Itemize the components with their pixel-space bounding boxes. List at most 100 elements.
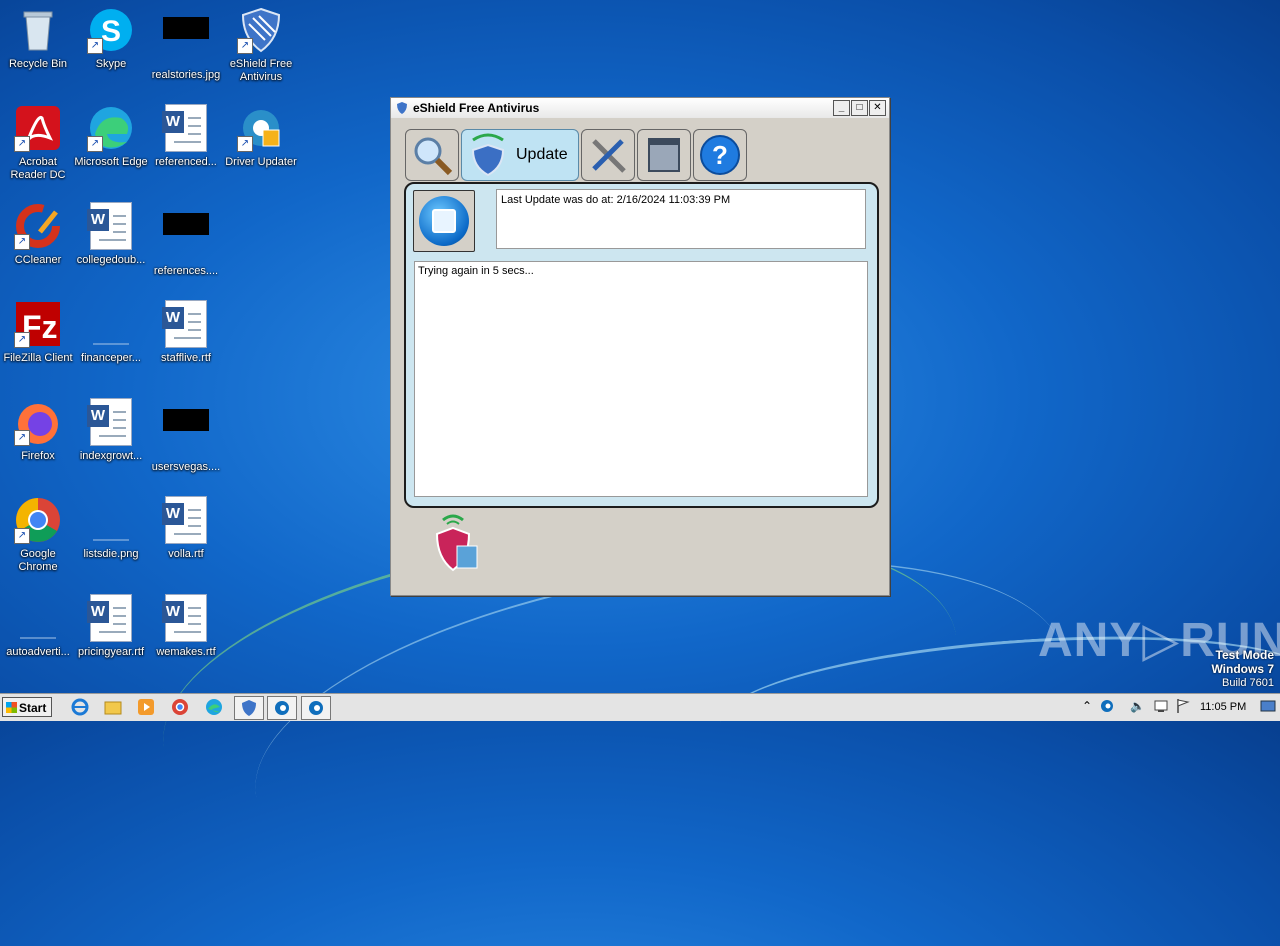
window-title: eShield Free Antivirus <box>413 101 540 115</box>
edge-icon: ↗ <box>87 104 135 152</box>
quarantine-icon <box>648 138 680 172</box>
desktop-icon-pricingyear[interactable]: W pricingyear.rtf <box>73 594 149 659</box>
eshield-logo-icon <box>429 514 485 581</box>
eshield-window: eShield Free Antivirus _ □ ✕ Update ? La… <box>390 97 890 596</box>
blank-file-icon <box>87 300 135 348</box>
word-document-icon: W <box>162 104 207 152</box>
shield-icon <box>397 102 407 114</box>
tools-icon <box>592 139 626 173</box>
desktop-icon-acrobat[interactable]: ↗ Acrobat Reader DC <box>0 104 76 182</box>
shortcut-arrow-icon: ↗ <box>14 430 30 446</box>
taskbar-explorer[interactable] <box>99 696 127 718</box>
folder-icon <box>104 701 122 715</box>
test-mode-label: Test Mode <box>1215 648 1274 662</box>
desktop-icon-references[interactable]: references.... <box>148 202 224 278</box>
minimize-button[interactable]: _ <box>833 100 850 116</box>
stop-update-button[interactable] <box>413 190 475 252</box>
blank-file-icon <box>14 594 62 642</box>
window-titlebar[interactable]: eShield Free Antivirus _ □ ✕ <box>391 98 889 118</box>
redacted-thumbnail-icon <box>162 213 210 261</box>
build-label: Build 7601 <box>1222 677 1274 689</box>
shortcut-arrow-icon: ↗ <box>14 234 30 250</box>
ccleaner-icon: ↗ <box>14 202 62 250</box>
shortcut-arrow-icon: ↗ <box>14 136 30 152</box>
taskbar-edge[interactable] <box>200 696 228 718</box>
word-document-icon: W <box>162 594 207 642</box>
magnifier-icon <box>414 137 453 176</box>
start-label: Start <box>19 701 47 715</box>
redacted-thumbnail-icon <box>162 409 210 457</box>
driver-updater-icon: ↗ <box>237 104 285 152</box>
app-icon <box>309 701 323 715</box>
tab-scan[interactable] <box>405 129 459 181</box>
tray-app-icon[interactable] <box>1099 698 1115 717</box>
desktop-icon-listsdie[interactable]: listsdie.png <box>73 496 149 561</box>
help-icon: ? <box>700 135 740 175</box>
app-icon <box>275 701 289 715</box>
test-mode-text: Test Mode Windows 7 Build 7601 <box>1211 648 1274 690</box>
shield-update-icon <box>471 133 505 177</box>
show-desktop-button[interactable] <box>1260 698 1276 717</box>
svg-text:S: S <box>101 15 121 48</box>
filezilla-icon: Fz ↗ <box>14 300 62 348</box>
shield-icon: ↗ <box>237 6 285 54</box>
maximize-button[interactable]: □ <box>851 100 868 116</box>
volume-icon[interactable]: 🔈 <box>1130 699 1145 713</box>
shortcut-arrow-icon: ↗ <box>87 136 103 152</box>
taskbar-chrome[interactable] <box>166 696 194 718</box>
chrome-icon <box>172 699 188 715</box>
start-button[interactable]: Start <box>2 697 52 717</box>
tab-quarantine[interactable] <box>637 129 691 181</box>
desktop-icon-stafflive[interactable]: W stafflive.rtf <box>148 300 224 365</box>
taskbar-app-2[interactable] <box>301 696 331 720</box>
desktop-icon-referenced[interactable]: W referenced... <box>148 104 224 169</box>
tray-expand-icon[interactable]: ⌃ <box>1082 699 1092 713</box>
desktop-icon-volla[interactable]: W volla.rtf <box>148 496 224 561</box>
action-center-flag-icon[interactable] <box>1176 698 1190 717</box>
desktop-icon-chrome[interactable]: ↗ Google Chrome <box>0 496 76 574</box>
tab-update-label: Update <box>516 146 568 163</box>
taskbar-app-1[interactable] <box>267 696 297 720</box>
desktop-icon-indexgrowt[interactable]: W indexgrowt... <box>73 398 149 463</box>
edge-icon <box>206 699 222 715</box>
desktop-icon-financeper[interactable]: financeper... <box>73 300 149 365</box>
shortcut-arrow-icon: ↗ <box>87 38 103 54</box>
desktop-icon-skype[interactable]: S ↗ Skype <box>73 6 149 71</box>
word-document-icon: W <box>87 594 132 642</box>
tab-tools[interactable] <box>581 129 635 181</box>
desktop-icon-usersvegas[interactable]: usersvegas.... <box>148 398 224 474</box>
desktop-icon-firefox[interactable]: ↗ Firefox <box>0 398 76 463</box>
word-document-icon: W <box>87 398 132 446</box>
shortcut-arrow-icon: ↗ <box>237 38 253 54</box>
clock[interactable]: 11:05 PM <box>1200 701 1246 713</box>
desktop-icon-ccleaner[interactable]: ↗ CCleaner <box>0 202 76 267</box>
chrome-icon: ↗ <box>14 496 62 544</box>
firefox-icon: ↗ <box>14 398 62 446</box>
windows-flag-icon <box>6 702 17 713</box>
network-icon[interactable] <box>1153 698 1169 717</box>
update-log: Trying again in 5 secs... <box>414 261 868 497</box>
taskbar-eshield[interactable] <box>234 696 264 720</box>
skype-icon: S ↗ <box>87 6 135 54</box>
update-panel: Last Update was do at: 2/16/2024 11:03:3… <box>404 182 879 508</box>
desktop-icon-eshield[interactable]: ↗ eShield Free Antivirus <box>223 6 299 84</box>
word-document-icon: W <box>162 300 207 348</box>
desktop-icon-autoadverti[interactable]: autoadverti... <box>0 594 76 659</box>
desktop-icon-driver-updater[interactable]: ↗ Driver Updater <box>223 104 299 169</box>
desktop-icon-wemakes[interactable]: W wemakes.rtf <box>148 594 224 659</box>
close-button[interactable]: ✕ <box>869 100 886 116</box>
blank-file-icon <box>87 496 135 544</box>
media-player-icon <box>138 699 154 715</box>
tab-update[interactable]: Update <box>461 129 579 181</box>
taskbar-media-player[interactable] <box>132 696 160 718</box>
desktop-icon-filezilla[interactable]: Fz ↗ FileZilla Client <box>0 300 76 365</box>
tab-help[interactable]: ? <box>693 129 747 181</box>
desktop-icon-recycle-bin[interactable]: Recycle Bin <box>0 6 76 71</box>
taskbar-ie[interactable] <box>66 696 94 718</box>
taskbar: Start ⌃ 🔈 11:05 PM <box>0 693 1280 721</box>
desktop-icon-collegedoub[interactable]: W collegedoub... <box>73 202 149 267</box>
acrobat-icon: ↗ <box>14 104 62 152</box>
desktop-icon-realstories[interactable]: realstories.jpg <box>148 6 224 82</box>
word-document-icon: W <box>162 496 207 544</box>
desktop-icon-edge[interactable]: ↗ Microsoft Edge <box>73 104 149 169</box>
